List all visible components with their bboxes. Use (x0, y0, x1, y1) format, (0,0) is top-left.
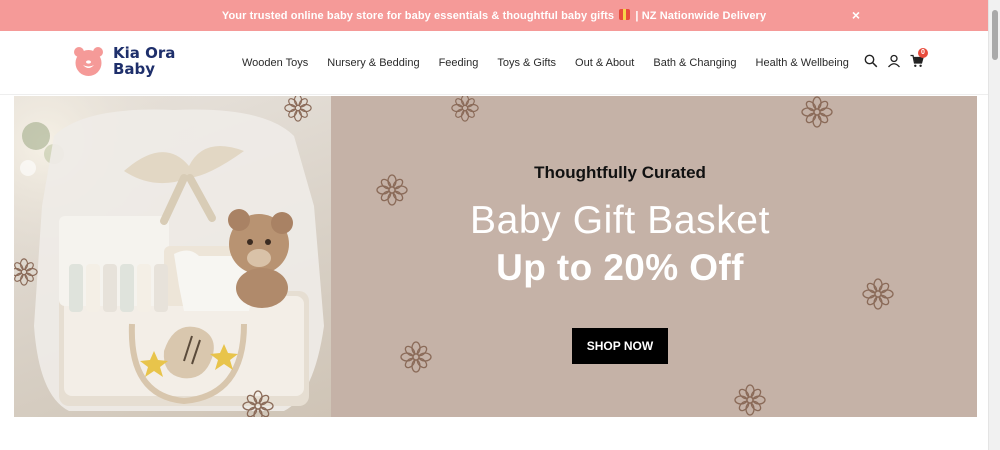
flower-decoration-icon (14, 258, 38, 286)
nav-item-feeding[interactable]: Feeding (439, 57, 479, 69)
announcement-bar: Your trusted online baby store for baby … (0, 0, 988, 31)
site-header: Kia Ora Baby Wooden Toys Nursery & Beddi… (0, 31, 988, 95)
gift-icon (619, 9, 631, 20)
announcement-text-main: Your trusted online baby store for baby … (221, 10, 615, 22)
hero-eyebrow: Thoughtfully Curated (534, 163, 706, 182)
flower-decoration-icon (242, 390, 274, 417)
cart-icon[interactable]: 0 (910, 48, 928, 68)
hero-headline: Baby Gift Basket (469, 199, 771, 242)
main-nav: Wooden Toys Nursery & Bedding Feeding To… (242, 57, 868, 69)
nav-item-bath-changing[interactable]: Bath & Changing (653, 57, 736, 69)
nav-item-toys-gifts[interactable]: Toys & Gifts (497, 57, 556, 69)
scrollbar-thumb[interactable] (992, 10, 998, 60)
bear-logo-icon (73, 46, 104, 77)
header-icons: 0 (864, 48, 928, 68)
nav-item-out-about[interactable]: Out & About (575, 57, 634, 69)
gift-basket-image (14, 96, 331, 417)
shop-now-button[interactable]: SHOP NOW (572, 328, 668, 364)
flower-decoration-icon (284, 96, 312, 122)
nav-item-health-wellbeing[interactable]: Health & Wellbeing (756, 57, 849, 69)
nav-item-nursery-bedding[interactable]: Nursery & Bedding (327, 57, 419, 69)
hero-copy: Thoughtfully Curated Baby Gift Basket Up… (331, 96, 977, 417)
logo[interactable]: Kia Ora Baby (73, 45, 175, 77)
cart-count-badge: 0 (918, 48, 928, 58)
search-icon[interactable] (864, 54, 878, 68)
user-icon[interactable] (887, 54, 901, 68)
announcement-text: Your trusted online baby store for baby … (222, 9, 766, 22)
brand-name-line1: Kia Ora (113, 44, 176, 62)
hero-banner[interactable]: Thoughtfully Curated Baby Gift Basket Up… (14, 96, 977, 417)
brand-name-line2: Baby (113, 60, 156, 78)
brand-name: Kia Ora Baby (113, 45, 175, 77)
nav-item-wooden-toys[interactable]: Wooden Toys (242, 57, 308, 69)
hero-discount: Up to 20% Off (496, 247, 744, 288)
close-icon[interactable]: × (852, 8, 860, 22)
announcement-text-delivery: | NZ Nationwide Delivery (635, 10, 767, 22)
page-scrollbar[interactable] (988, 0, 1000, 450)
